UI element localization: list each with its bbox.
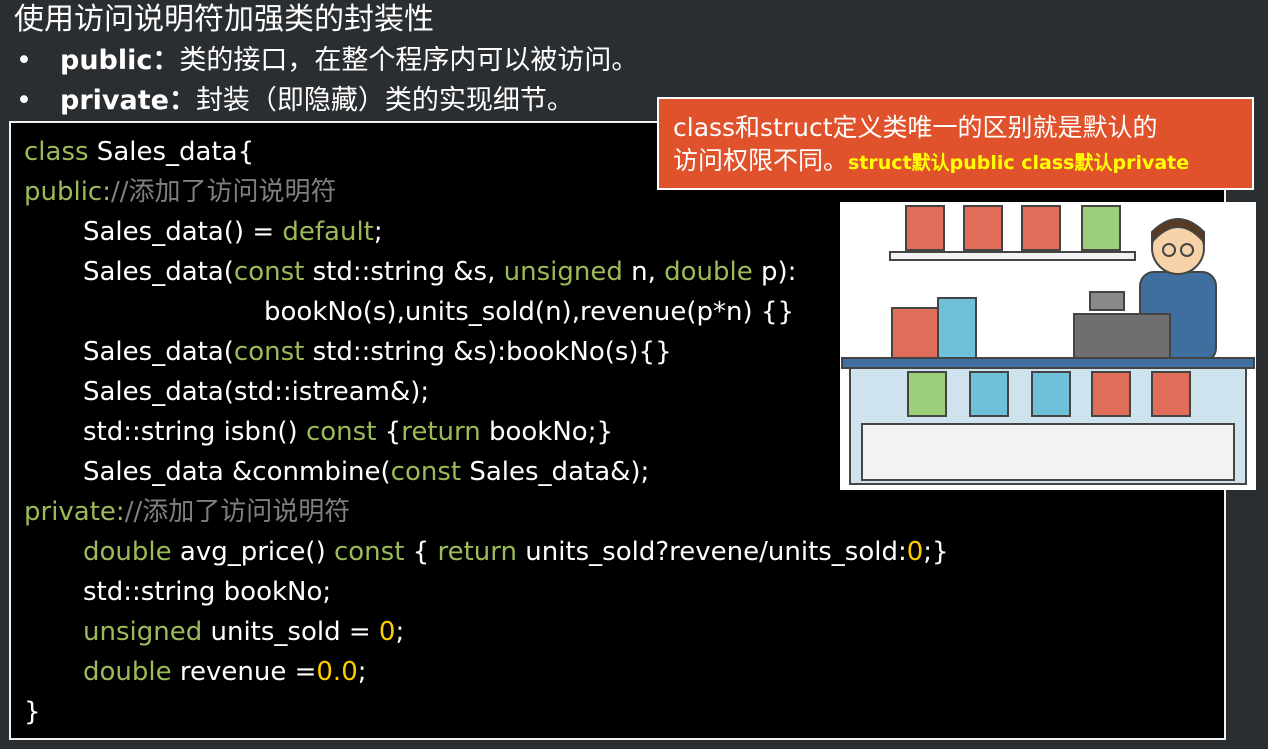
cash-register-icon — [1073, 313, 1171, 361]
code-text: Sales_data(std::istream&); — [83, 377, 430, 407]
code-text: { — [404, 537, 438, 567]
book-stack-icon — [891, 307, 939, 359]
code-line-13: unsigned units_sold = 0; — [83, 612, 404, 652]
code-line-15: } — [24, 692, 41, 732]
code-text: std::string bookNo; — [83, 577, 332, 607]
code-keyword: public: — [24, 177, 111, 207]
callout-line-2: 访问权限不同。struct默认public class默认private — [673, 144, 1238, 180]
code-line-4: Sales_data(const std::string &s, unsigne… — [83, 252, 796, 292]
code-text: bookNo(s),units_sold(n),revenue(p*n) {} — [264, 297, 795, 327]
book-icon — [969, 371, 1009, 417]
code-line-6: Sales_data(const std::string &s):bookNo(… — [83, 332, 672, 372]
code-keyword: class — [24, 137, 89, 167]
code-line-14: double revenue =0.0; — [83, 652, 367, 692]
code-line-10: private://添加了访问说明符 — [24, 492, 350, 532]
book-icon — [1091, 371, 1131, 417]
code-keyword: double — [83, 657, 172, 687]
code-text: std::string &s):bookNo(s){} — [304, 337, 672, 367]
code-line-5: bookNo(s),units_sold(n),revenue(p*n) {} — [264, 292, 794, 332]
code-keyword: unsigned — [83, 617, 203, 647]
code-number: 0 — [378, 617, 396, 647]
code-text: p): — [752, 257, 797, 287]
book-icon — [1151, 371, 1191, 417]
code-keyword: double — [664, 257, 753, 287]
code-text: Sales_data{ — [88, 137, 255, 167]
code-text: Sales_data() = — [83, 217, 283, 247]
bullet-private: • private：封装（即隐藏）类的实现细节。 — [16, 81, 574, 121]
code-keyword: return — [401, 417, 481, 447]
code-line-7: Sales_data(std::istream&); — [83, 372, 429, 412]
code-keyword: return — [437, 537, 517, 567]
code-text: ; — [395, 617, 405, 647]
bullet-text: 类的接口，在整个程序内可以被访问。 — [179, 45, 639, 76]
bullet-public: • public：类的接口，在整个程序内可以被访问。 — [16, 41, 638, 81]
code-line-1: class Sales_data{ — [24, 132, 254, 172]
book-icon — [937, 297, 977, 359]
code-text: Sales_data&); — [461, 457, 650, 487]
code-keyword: private: — [24, 497, 125, 527]
bullet-text: 封装（即隐藏）类的实现细节。 — [195, 85, 574, 116]
counter-panel-icon — [861, 423, 1235, 481]
code-text: n, — [622, 257, 665, 287]
book-icon — [1081, 205, 1121, 251]
slide-title: 使用访问说明符加强类的封装性 — [14, 2, 434, 37]
callout-box: class和struct定义类唯一的区别就是默认的 访问权限不同。struct默… — [657, 97, 1254, 190]
code-line-8: std::string isbn() const {return bookNo;… — [83, 412, 613, 452]
code-text: { — [376, 417, 402, 447]
code-line-9: Sales_data &conmbine(const Sales_data&); — [83, 452, 649, 492]
code-keyword: unsigned — [503, 257, 623, 287]
code-comment: //添加了访问说明符 — [111, 177, 337, 207]
code-text: } — [24, 697, 41, 727]
code-text: ;} — [923, 537, 949, 567]
illustration-svg — [841, 205, 1255, 485]
code-text: ; — [373, 217, 383, 247]
callout-text: 访问权限不同。 — [673, 146, 849, 175]
register-screen-icon — [1089, 291, 1125, 311]
code-keyword: const — [390, 457, 462, 487]
code-keyword: const — [305, 417, 377, 447]
code-keyword: const — [333, 537, 405, 567]
book-icon — [907, 371, 947, 417]
code-keyword: double — [83, 537, 172, 567]
code-number: 0 — [906, 537, 924, 567]
code-text: std::string isbn() — [83, 417, 306, 447]
book-icon — [1021, 205, 1061, 251]
bookstore-clerk-illustration — [840, 202, 1256, 490]
code-comment: //添加了访问说明符 — [124, 497, 351, 527]
bullet-dot: • — [16, 85, 32, 116]
bullet-keyword: public： — [60, 45, 180, 76]
code-text: std::string &s, — [304, 257, 504, 287]
counter-top-icon — [841, 357, 1255, 369]
code-line-11: double avg_price() const { return units_… — [83, 532, 949, 572]
code-keyword: default — [282, 217, 374, 247]
code-text: bookNo;} — [480, 417, 614, 447]
code-text: ; — [357, 657, 367, 687]
book-icon — [905, 205, 945, 251]
code-number: 0.0 — [316, 657, 358, 687]
code-text: Sales_data &conmbine( — [83, 457, 391, 487]
shelf-icon — [889, 251, 1136, 261]
code-line-2: public://添加了访问说明符 — [24, 172, 337, 212]
code-text: Sales_data( — [83, 337, 234, 367]
code-text: avg_price() — [171, 537, 334, 567]
code-keyword: const — [233, 257, 305, 287]
code-text: units_sold = — [202, 617, 379, 647]
bullet-keyword: private： — [60, 85, 196, 116]
code-line-12: std::string bookNo; — [83, 572, 331, 612]
book-icon — [1031, 371, 1071, 417]
code-keyword: const — [233, 337, 305, 367]
code-line-3: Sales_data() = default; — [83, 212, 383, 252]
code-text: units_sold?revene/units_sold: — [516, 537, 907, 567]
book-icon — [963, 205, 1003, 251]
callout-line-1: class和struct定义类唯一的区别就是默认的 — [673, 113, 1158, 142]
code-text: Sales_data( — [83, 257, 234, 287]
code-text: revenue = — [171, 657, 317, 687]
callout-note: struct默认public class默认private — [848, 152, 1190, 174]
bullet-dot: • — [16, 45, 32, 76]
